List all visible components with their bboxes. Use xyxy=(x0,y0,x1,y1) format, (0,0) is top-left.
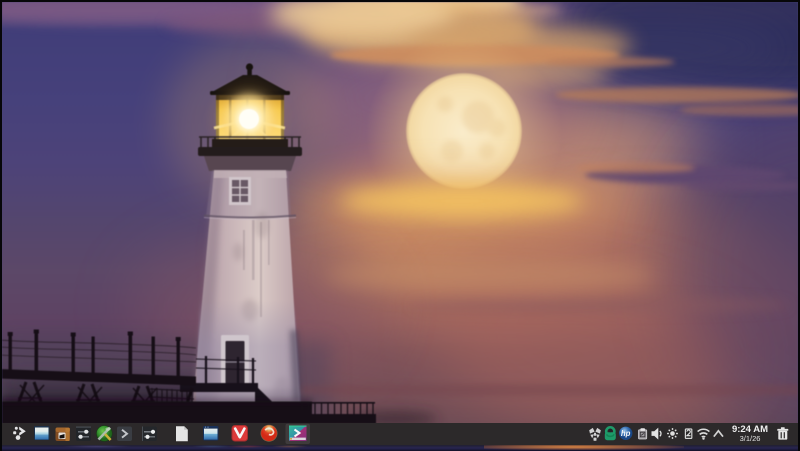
svg-text:hp: hp xyxy=(621,429,631,438)
